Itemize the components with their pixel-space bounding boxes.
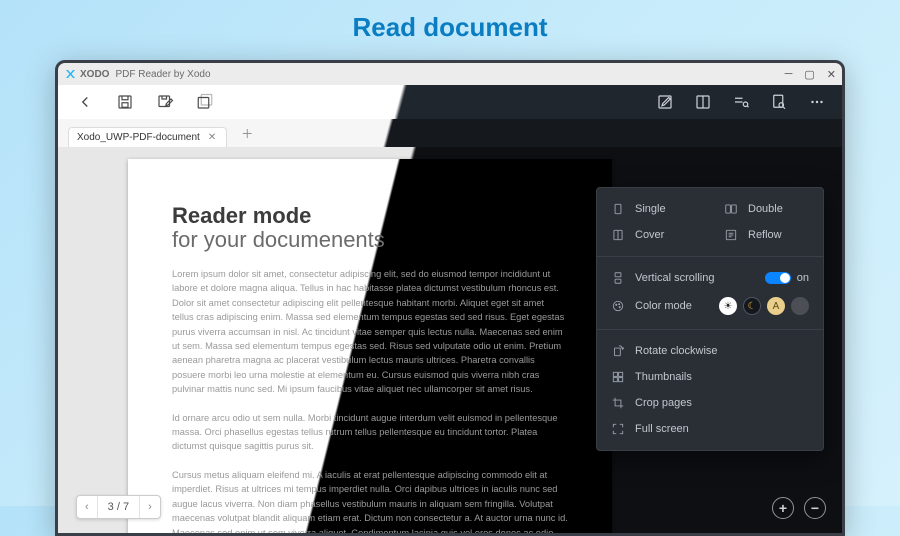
palette-icon	[611, 299, 625, 313]
save-icon[interactable]	[116, 93, 134, 111]
app-name: XODO	[80, 69, 109, 80]
thumbnails[interactable]: Thumbnails	[597, 364, 823, 390]
vertical-scrolling-row: Vertical scrolling on	[597, 265, 823, 291]
doc-paragraph: Id ornare arcu odio ut sem nulla. Morbi …	[172, 411, 568, 454]
app-subtitle: PDF Reader by Xodo	[115, 69, 210, 80]
prev-page-button[interactable]: ‹	[77, 496, 97, 518]
more-icon[interactable]	[808, 93, 826, 111]
rotate-icon	[611, 344, 625, 358]
doc-heading-2: for your documenents	[172, 227, 568, 253]
edit-icon[interactable]	[656, 93, 674, 111]
doc-paragraph: Cursus metus aliquam eleifend mi. A iacu…	[172, 468, 568, 536]
view-cover[interactable]: Cover	[597, 222, 710, 248]
crop-icon	[611, 396, 625, 410]
tab-label: Xodo_UWP-PDF-document	[77, 132, 200, 143]
view-single[interactable]: Single	[597, 196, 710, 222]
fullscreen-icon	[611, 422, 625, 436]
vertical-scrolling-toggle[interactable]: on	[765, 272, 809, 284]
app-logo: XODO	[64, 68, 109, 80]
save-edit-icon[interactable]	[156, 93, 174, 111]
color-mode-custom[interactable]	[791, 297, 809, 315]
crop-pages[interactable]: Crop pages	[597, 390, 823, 416]
zoom-in-button[interactable]: +	[772, 497, 794, 519]
single-page-icon	[611, 202, 625, 216]
rotate-clockwise[interactable]: Rotate clockwise	[597, 338, 823, 364]
window-titlebar: XODO PDF Reader by Xodo ─ ▢ ✕	[58, 63, 842, 85]
doc-heading-1: Reader mode	[172, 203, 568, 229]
vertical-scroll-icon	[611, 271, 625, 285]
tab-strip: Xodo_UWP-PDF-document ✕ ＋	[58, 119, 842, 147]
app-window: XODO PDF Reader by Xodo ─ ▢ ✕ Xodo_UWP-P…	[55, 60, 845, 536]
thumbnails-icon	[611, 370, 625, 384]
cover-page-icon	[611, 228, 625, 242]
view-reflow[interactable]: Reflow	[710, 222, 823, 248]
doc-paragraph: Lorem ipsum dolor sit amet, consectetur …	[172, 267, 568, 397]
window-controls: ─ ▢ ✕	[785, 68, 836, 81]
view-mode-icon[interactable]	[694, 93, 712, 111]
document-area: Reader mode for your documenents Lorem i…	[58, 147, 842, 533]
page-navigator: ‹ 3 / 7 ›	[76, 495, 161, 519]
color-mode-row: Color mode ☀ ☾ A	[597, 291, 823, 321]
color-mode-sepia[interactable]: A	[767, 297, 785, 315]
view-double[interactable]: Double	[710, 196, 823, 222]
page-search-icon[interactable]	[770, 93, 788, 111]
minimize-button[interactable]: ─	[785, 68, 793, 81]
hero-banner: Read document	[0, 0, 900, 53]
view-options-panel: Single Double Cover Reflow Ver	[596, 187, 824, 451]
full-screen[interactable]: Full screen	[597, 416, 823, 442]
save-as-icon[interactable]	[196, 93, 214, 111]
xodo-logo-icon	[64, 68, 76, 80]
close-button[interactable]: ✕	[827, 68, 836, 81]
color-mode-light[interactable]: ☀	[719, 297, 737, 315]
next-page-button[interactable]: ›	[140, 496, 160, 518]
tab-close-icon[interactable]: ✕	[208, 132, 216, 143]
maximize-button[interactable]: ▢	[804, 68, 814, 81]
double-page-icon	[724, 202, 738, 216]
reflow-icon	[724, 228, 738, 242]
document-tab[interactable]: Xodo_UWP-PDF-document ✕	[68, 127, 227, 147]
zoom-out-button[interactable]: −	[804, 497, 826, 519]
document-page: Reader mode for your documenents Lorem i…	[128, 159, 612, 536]
hero-title: Read document	[0, 12, 900, 43]
page-indicator: 3 / 7	[97, 496, 140, 518]
color-mode-night[interactable]: ☾	[743, 297, 761, 315]
add-tab-button[interactable]: ＋	[233, 125, 261, 142]
zoom-controls: + −	[772, 497, 826, 519]
search-settings-icon[interactable]	[732, 93, 750, 111]
app-toolbar	[58, 85, 842, 119]
back-icon[interactable]	[76, 93, 94, 111]
